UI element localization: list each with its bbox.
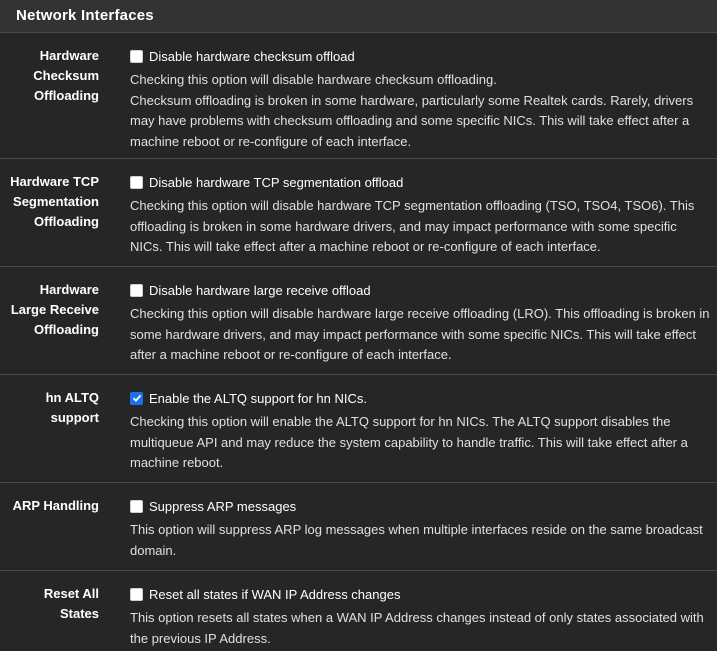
setting-label-text: hn ALTQ support <box>45 390 99 425</box>
checkbox-line[interactable]: Enable the ALTQ support for hn NICs. <box>130 388 711 408</box>
setting-label: Hardware Checksum Offloading <box>0 46 103 158</box>
checkbox-line[interactable]: Disable hardware large receive offload <box>130 280 711 300</box>
setting-label-text: Reset All States <box>43 586 99 621</box>
setting-label-text: Hardware Checksum Offloading <box>33 48 99 103</box>
checkbox-label: Suppress ARP messages <box>149 498 297 514</box>
checkbox-line[interactable]: Disable hardware checksum offload <box>130 46 711 66</box>
checkbox-label: Disable hardware checksum offload <box>149 48 355 64</box>
panel-title: Network Interfaces <box>0 0 717 33</box>
setting-content: Enable the ALTQ support for hn NICs. Che… <box>103 388 717 482</box>
setting-content: Suppress ARP messages This option will s… <box>103 496 717 570</box>
setting-label-text: ARP Handling <box>12 498 99 513</box>
help-paragraph: Checksum offloading is broken in some ha… <box>130 92 694 149</box>
disable-large-receive-checkbox[interactable] <box>130 283 143 297</box>
setting-label: hn ALTQ support <box>0 388 103 482</box>
help-text: Checking this option will disable hardwa… <box>130 196 711 258</box>
checkbox-line[interactable]: Disable hardware TCP segmentation offloa… <box>130 172 711 192</box>
setting-content: Reset all states if WAN IP Address chang… <box>103 584 717 651</box>
checkbox-label: Enable the ALTQ support for hn NICs. <box>149 390 367 406</box>
setting-label: ARP Handling <box>0 496 103 570</box>
suppress-arp-checkbox[interactable] <box>130 499 143 513</box>
checkbox-label: Disable hardware TCP segmentation offloa… <box>149 174 404 190</box>
setting-content: Disable hardware large receive offload C… <box>103 280 717 374</box>
help-text: This option resets all states when a WAN… <box>130 608 711 649</box>
help-text: Checking this option will disable hardwa… <box>130 304 711 366</box>
help-paragraph: This option will suppress ARP log messag… <box>130 522 703 558</box>
help-text: Checking this option will enable the ALT… <box>130 412 711 474</box>
disable-checksum-offload-checkbox[interactable] <box>130 49 143 63</box>
setting-row-hardware-tcp-segmentation: Hardware TCP Segmentation Offloading Dis… <box>0 159 717 267</box>
setting-row-reset-all-states: Reset All States Reset all states if WAN… <box>0 571 717 651</box>
check-icon <box>132 394 141 402</box>
checkbox-line[interactable]: Suppress ARP messages <box>130 496 711 516</box>
setting-row-hardware-checksum: Hardware Checksum Offloading Disable har… <box>0 33 717 159</box>
setting-row-hn-altq-support: hn ALTQ support Enable the ALTQ support … <box>0 375 717 483</box>
checkbox-line[interactable]: Reset all states if WAN IP Address chang… <box>130 584 711 604</box>
enable-altq-checkbox[interactable] <box>130 391 143 405</box>
reset-states-checkbox[interactable] <box>130 587 143 601</box>
setting-label-text: Hardware TCP Segmentation Offloading <box>10 174 99 229</box>
setting-content: Disable hardware TCP segmentation offloa… <box>103 172 717 266</box>
setting-label: Hardware TCP Segmentation Offloading <box>0 172 103 266</box>
help-paragraph: This option resets all states when a WAN… <box>130 610 704 646</box>
setting-row-arp-handling: ARP Handling Suppress ARP messages This … <box>0 483 717 571</box>
setting-label-text: Hardware Large Receive Offloading <box>10 282 99 337</box>
setting-content: Disable hardware checksum offload Checki… <box>103 46 717 158</box>
checkbox-label: Reset all states if WAN IP Address chang… <box>149 586 401 602</box>
help-paragraph: Checking this option will disable hardwa… <box>130 306 710 362</box>
setting-label: Reset All States <box>0 584 103 651</box>
disable-tcp-segmentation-checkbox[interactable] <box>130 175 143 189</box>
help-paragraph: Checking this option will enable the ALT… <box>130 414 688 470</box>
setting-row-hardware-large-receive: Hardware Large Receive Offloading Disabl… <box>0 267 717 375</box>
help-text: Checking this option will disable hardwa… <box>130 70 711 152</box>
setting-label: Hardware Large Receive Offloading <box>0 280 103 374</box>
help-text: This option will suppress ARP log messag… <box>130 520 711 561</box>
help-paragraph: Checking this option will disable hardwa… <box>130 72 497 87</box>
checkbox-label: Disable hardware large receive offload <box>149 282 371 298</box>
network-interfaces-panel: Network Interfaces Hardware Checksum Off… <box>0 0 717 651</box>
help-paragraph: Checking this option will disable hardwa… <box>130 198 695 254</box>
